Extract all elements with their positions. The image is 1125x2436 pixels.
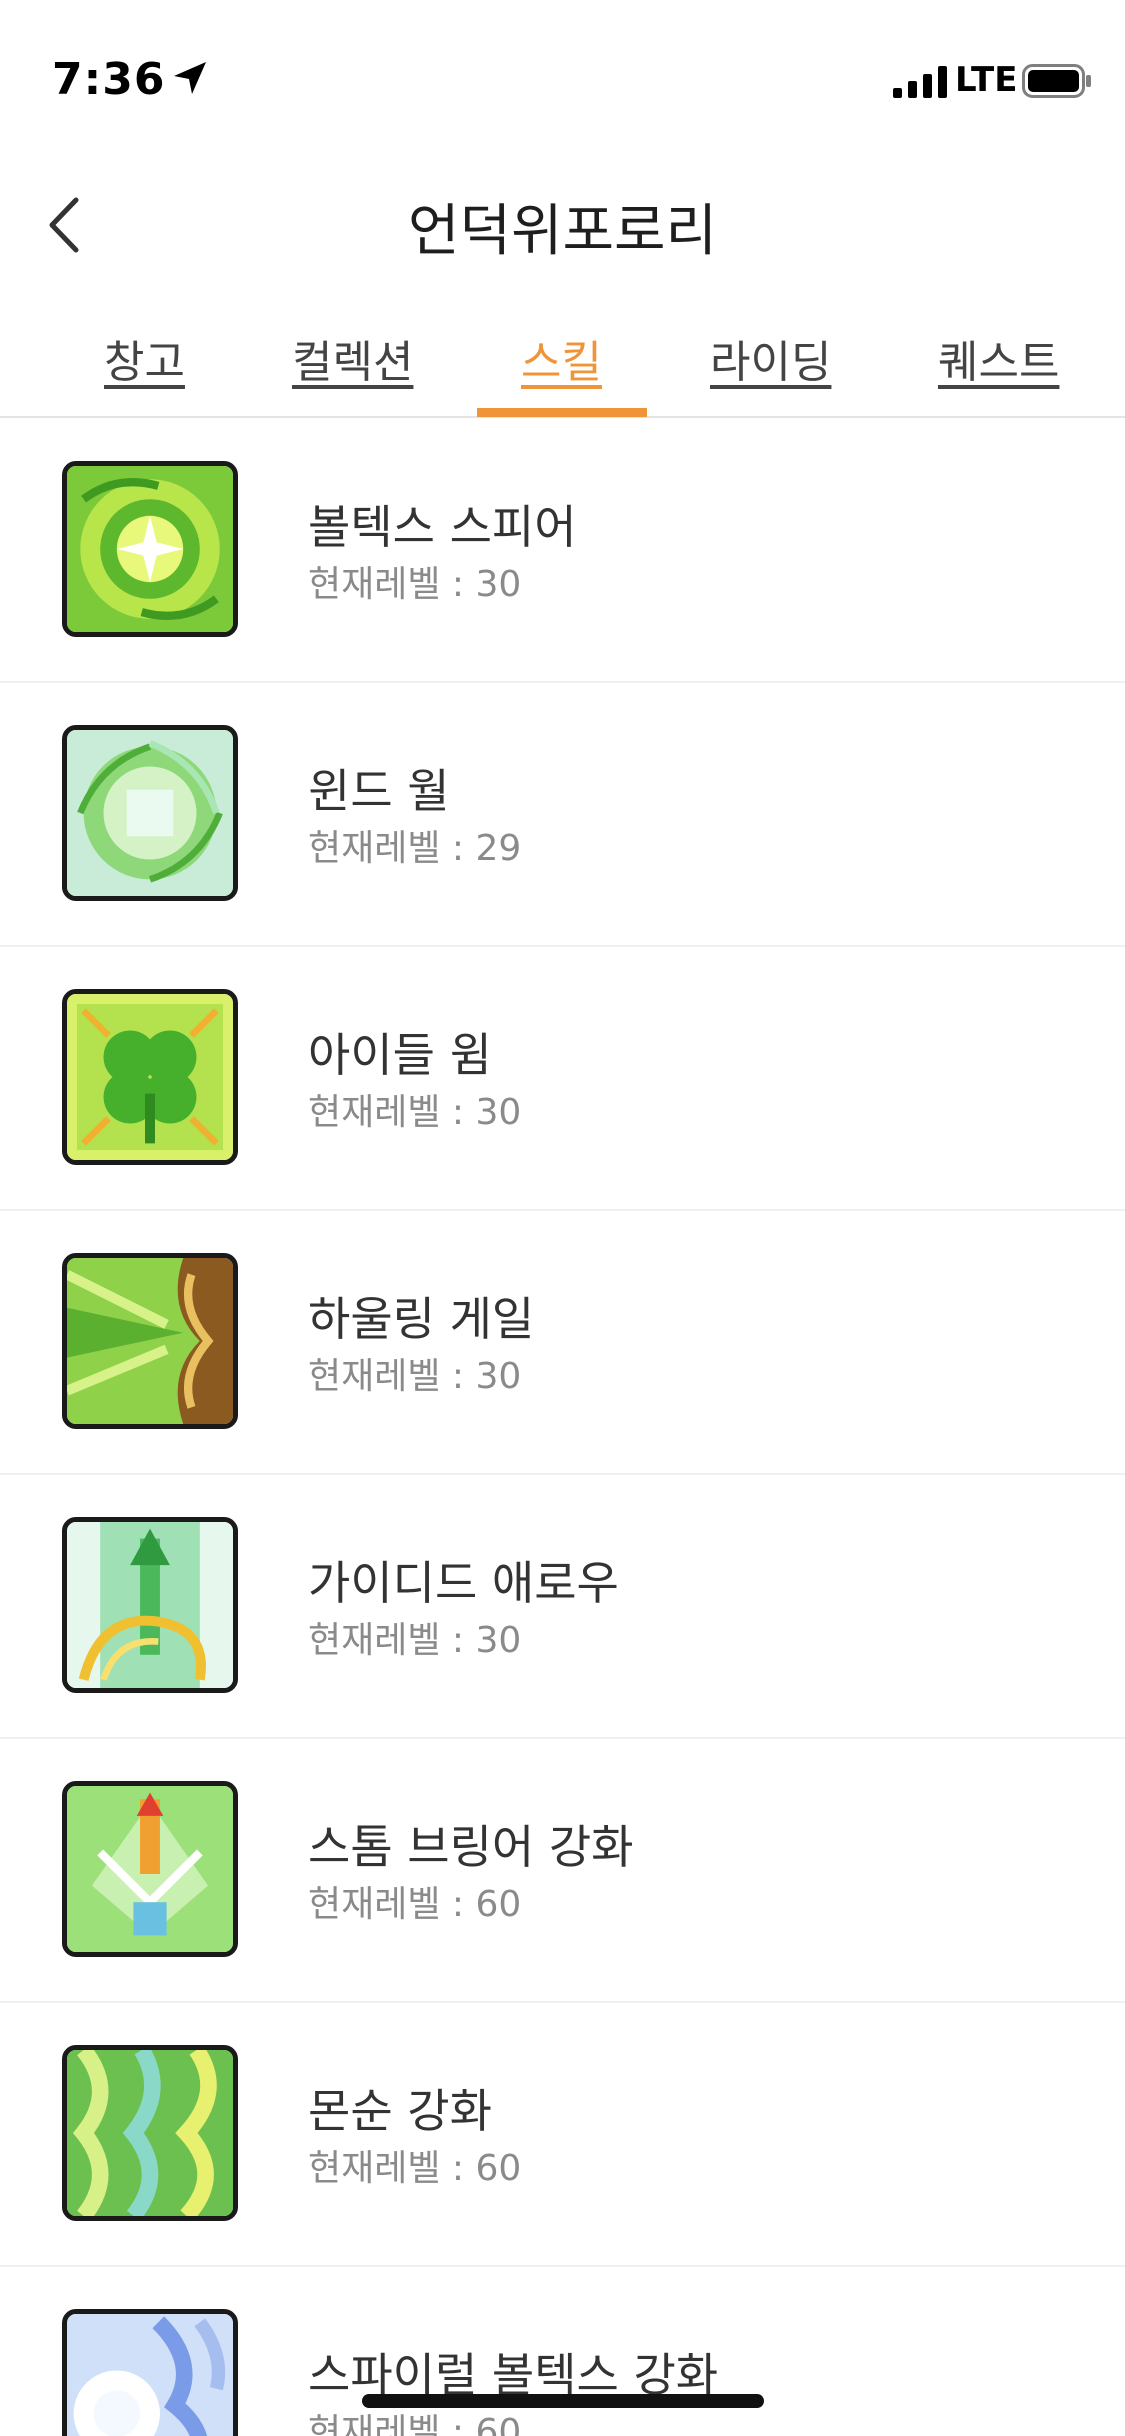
skill-name: 하울링 게일 [308,1292,535,1346]
skill-name: 윈드 월 [308,764,450,818]
skill-level: 현재레벨 : 29 [308,828,522,869]
howling-gale-skill-icon [62,1253,238,1429]
monsoon-skill-icon [62,2045,238,2221]
skill-name: 스톰 브링어 강화 [308,1820,634,1874]
status-bar: 7:36 LTE [0,0,1125,150]
spiral-vortex-skill-icon [62,2309,238,2436]
tab-collection[interactable]: 컬렉션 [292,326,413,390]
list-item[interactable]: 스파이럴 볼텍스 강화 현재레벨 : 60 [0,2267,1125,2436]
skill-level: 현재레벨 : 60 [308,1884,522,1925]
skill-name: 볼텍스 스피어 [308,500,577,554]
signal-bars-icon [893,66,947,98]
vortex-spear-skill-icon [62,461,238,637]
network-type: LTE [955,60,1018,100]
tab-bar: 창고 컬렉션 스킬 라이딩 퀘스트 [0,300,1125,418]
skill-level: 현재레벨 : 30 [308,1092,522,1133]
guided-arrow-skill-icon [62,1517,238,1693]
list-item[interactable]: 스톰 브링어 강화 현재레벨 : 60 [0,1739,1125,2003]
skill-level: 현재레벨 : 30 [308,1356,522,1397]
active-tab-indicator [477,408,647,417]
tab-storage[interactable]: 창고 [104,326,185,390]
list-item[interactable]: 가이디드 애로우 현재레벨 : 30 [0,1475,1125,1739]
wind-wall-skill-icon [62,725,238,901]
skill-level: 현재레벨 : 60 [308,2148,522,2189]
location-arrow-icon [174,62,206,94]
idle-whim-skill-icon [62,989,238,1165]
storm-bringer-skill-icon [62,1781,238,1957]
skill-name: 아이들 윔 [308,1028,492,1082]
list-item[interactable]: 볼텍스 스피어 현재레벨 : 30 [0,419,1125,683]
tab-skill[interactable]: 스킬 [521,326,602,390]
tab-riding[interactable]: 라이딩 [710,326,831,390]
tab-quest[interactable]: 퀘스트 [938,326,1059,390]
list-item[interactable]: 아이들 윔 현재레벨 : 30 [0,947,1125,1211]
skill-name: 몬순 강화 [308,2084,492,2138]
skill-level: 현재레벨 : 30 [308,564,522,605]
list-item[interactable]: 윈드 월 현재레벨 : 29 [0,683,1125,947]
skill-name: 가이디드 애로우 [308,1556,619,1610]
skill-list: 볼텍스 스피어 현재레벨 : 30 윈드 월 현재레벨 : 29 아이들 윔 현… [0,419,1125,2436]
battery-icon [1022,64,1091,98]
page-title: 언덕위포로리 [407,199,718,264]
status-time: 7:36 [52,54,166,105]
nav-bar: 언덕위포로리 [0,150,1125,300]
list-item[interactable]: 하울링 게일 현재레벨 : 30 [0,1211,1125,1475]
list-item[interactable]: 몬순 강화 현재레벨 : 60 [0,2003,1125,2267]
home-indicator[interactable] [362,2394,764,2408]
skill-level: 현재레벨 : 30 [308,1620,522,1661]
